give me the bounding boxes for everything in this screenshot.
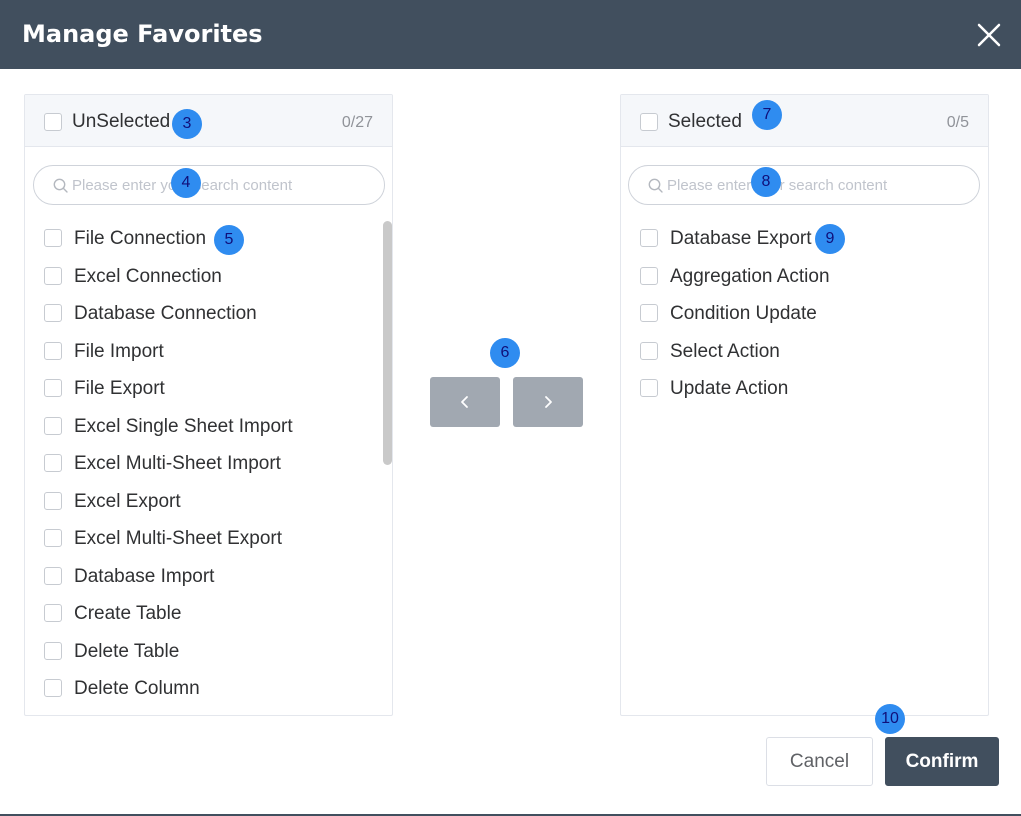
confirm-button[interactable]: Confirm bbox=[885, 737, 999, 786]
selected-search-box bbox=[628, 165, 980, 205]
annotation-marker: 4 bbox=[171, 168, 201, 198]
item-checkbox[interactable] bbox=[44, 229, 62, 247]
item-checkbox[interactable] bbox=[44, 529, 62, 547]
list-item[interactable]: Excel Multi-Sheet Export bbox=[25, 520, 392, 558]
move-to-left-button[interactable] bbox=[430, 377, 500, 427]
item-checkbox[interactable] bbox=[44, 679, 62, 697]
item-label: Delete Column bbox=[74, 678, 200, 699]
unselected-search-box bbox=[33, 165, 385, 205]
item-label: File Export bbox=[74, 378, 165, 399]
item-label: Aggregation Action bbox=[670, 265, 830, 287]
list-item[interactable]: Aggregation Action bbox=[621, 258, 988, 296]
unselected-search-input[interactable] bbox=[72, 175, 372, 195]
list-item[interactable]: Database Export bbox=[621, 220, 988, 258]
item-checkbox[interactable] bbox=[640, 341, 658, 360]
item-checkbox[interactable] bbox=[44, 454, 62, 472]
selected-count: 0/5 bbox=[946, 114, 969, 131]
item-label: Database Connection bbox=[74, 303, 257, 324]
unselected-panel: UnSelected 0/27 File Connection Excel Con… bbox=[24, 94, 393, 716]
annotation-marker: 8 bbox=[751, 167, 781, 197]
list-item[interactable]: File Import bbox=[25, 333, 392, 371]
annotation-marker: 6 bbox=[490, 338, 520, 368]
list-item[interactable]: Excel Single Sheet Import bbox=[25, 408, 392, 446]
item-checkbox[interactable] bbox=[44, 604, 62, 622]
unselected-panel-header: UnSelected 0/27 bbox=[25, 95, 392, 147]
unselected-header-label: UnSelected bbox=[72, 111, 171, 132]
list-item[interactable]: File Export bbox=[25, 370, 392, 408]
search-icon bbox=[648, 178, 663, 193]
search-icon bbox=[53, 178, 68, 193]
cancel-button[interactable]: Cancel bbox=[766, 737, 873, 786]
dialog-title: Manage Favorites bbox=[22, 20, 263, 48]
list-item[interactable]: Excel Export bbox=[25, 483, 392, 521]
close-icon[interactable] bbox=[972, 18, 1006, 52]
selected-header-label: Selected bbox=[668, 111, 742, 132]
item-label: Excel Connection bbox=[74, 265, 222, 287]
item-checkbox[interactable] bbox=[640, 304, 658, 322]
item-checkbox[interactable] bbox=[640, 266, 658, 285]
item-label: File Import bbox=[74, 340, 164, 362]
annotation-marker: 10 bbox=[875, 704, 905, 734]
item-label: Excel Multi-Sheet Export bbox=[74, 528, 283, 549]
item-checkbox[interactable] bbox=[44, 266, 62, 285]
list-item[interactable]: Select Action bbox=[621, 333, 988, 371]
item-label: Update Action bbox=[670, 378, 789, 399]
unselected-select-all-checkbox[interactable] bbox=[44, 113, 62, 131]
list-item[interactable]: Database Import bbox=[25, 558, 392, 596]
item-label: Excel Export bbox=[74, 490, 181, 512]
item-checkbox[interactable] bbox=[640, 379, 658, 397]
list-item[interactable]: Delete Table bbox=[25, 633, 392, 671]
item-checkbox[interactable] bbox=[44, 566, 62, 585]
list-item[interactable]: Excel Multi-Sheet Import bbox=[25, 445, 392, 483]
item-checkbox[interactable] bbox=[44, 491, 62, 510]
annotation-marker: 9 bbox=[815, 224, 845, 254]
item-label: Database Import bbox=[74, 565, 215, 587]
move-to-right-button[interactable] bbox=[513, 377, 583, 427]
annotation-marker: 7 bbox=[752, 100, 782, 130]
list-item[interactable]: Delete Column bbox=[25, 670, 392, 708]
selected-panel: Selected 0/5 Database Export Aggregation … bbox=[620, 94, 989, 716]
list-item[interactable]: Create Table bbox=[25, 595, 392, 633]
item-checkbox[interactable] bbox=[44, 304, 62, 322]
chevron-left-icon bbox=[461, 396, 468, 408]
selected-select-all-checkbox[interactable] bbox=[640, 113, 658, 131]
selected-search-input[interactable] bbox=[667, 175, 967, 195]
list-item[interactable]: Database Connection bbox=[25, 295, 392, 333]
item-label: File Connection bbox=[74, 228, 207, 249]
chevron-right-icon bbox=[545, 396, 552, 408]
list-item[interactable]: File Connection bbox=[25, 220, 392, 258]
item-label: Excel Multi-Sheet Import bbox=[74, 453, 281, 474]
item-checkbox[interactable] bbox=[44, 379, 62, 397]
item-label: Create Table bbox=[74, 603, 182, 624]
list-item[interactable]: Excel Connection bbox=[25, 258, 392, 296]
item-label: Condition Update bbox=[670, 303, 817, 324]
unselected-list: File Connection Excel Connection Database … bbox=[25, 220, 392, 708]
unselected-count: 0/27 bbox=[341, 114, 373, 131]
item-label: Excel Single Sheet Import bbox=[74, 415, 293, 437]
dialog-header: Manage Favorites bbox=[0, 0, 1021, 69]
selected-panel-header: Selected 0/5 bbox=[621, 95, 988, 147]
list-item[interactable]: Update Action bbox=[621, 370, 988, 408]
item-label: Database Export bbox=[670, 228, 812, 249]
annotation-marker: 3 bbox=[172, 109, 202, 139]
unselected-list-scrollbar[interactable] bbox=[383, 221, 392, 465]
item-checkbox[interactable] bbox=[44, 341, 62, 360]
manage-favorites-dialog: Manage Favorites UnSelected 0/27 File Co… bbox=[0, 0, 1021, 816]
item-label: Select Action bbox=[670, 340, 780, 362]
item-label: Delete Table bbox=[74, 640, 180, 662]
annotation-marker: 5 bbox=[214, 225, 244, 255]
item-checkbox[interactable] bbox=[44, 416, 62, 435]
item-checkbox[interactable] bbox=[640, 229, 658, 247]
item-checkbox[interactable] bbox=[44, 641, 62, 660]
list-item[interactable]: Condition Update bbox=[621, 295, 988, 333]
selected-list: Database Export Aggregation Action Conditi… bbox=[621, 220, 988, 408]
